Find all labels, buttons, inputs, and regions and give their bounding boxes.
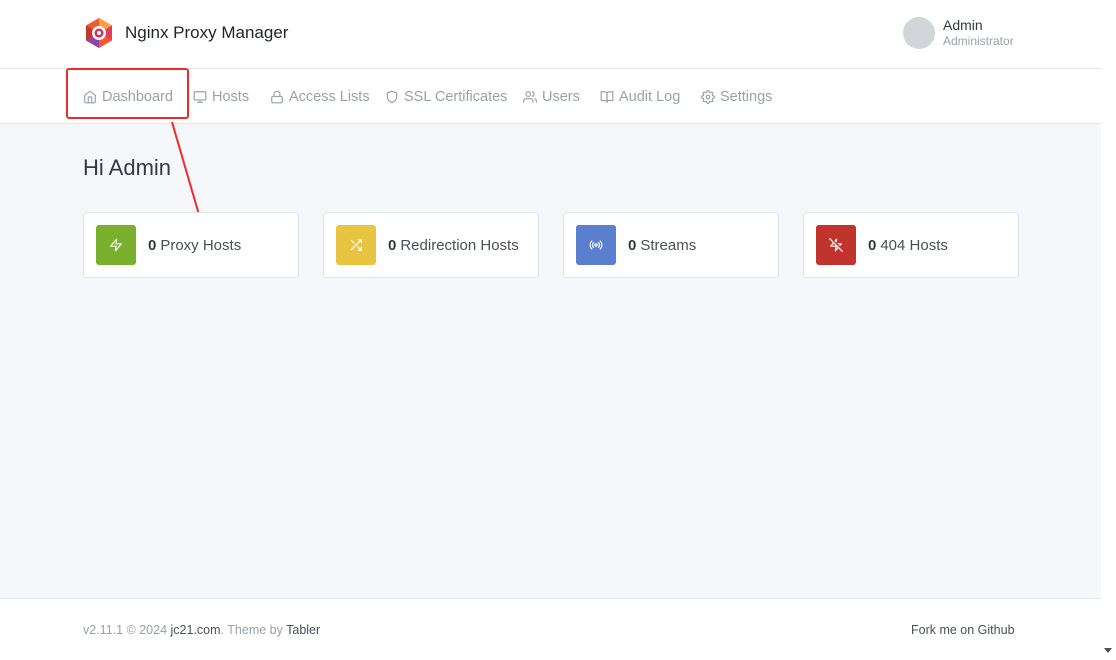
site-link[interactable]: jc21.com	[171, 623, 221, 637]
shield-icon	[386, 90, 398, 103]
nav-users[interactable]: Users	[523, 69, 580, 124]
version-text: v2.11.1 © 2024	[83, 623, 168, 637]
footer: v2.11.1 © 2024 jc21.com. Theme by Tabler…	[0, 598, 1101, 660]
nav-hosts[interactable]: Hosts	[193, 69, 249, 124]
stat-card-proxy-hosts[interactable]: 0 Proxy Hosts	[83, 212, 299, 278]
avatar[interactable]	[903, 17, 935, 49]
scroll-down-arrow-icon[interactable]	[1104, 648, 1112, 653]
zap-off-icon	[829, 238, 843, 252]
nav-access-lists[interactable]: Access Lists	[270, 69, 370, 124]
page-title: Hi Admin	[83, 155, 172, 180]
card-icon-badge	[96, 225, 136, 265]
app-title: Nginx Proxy Manager	[125, 23, 289, 42]
nav-hosts-label: Hosts	[212, 88, 250, 105]
annotation-highlight-box	[66, 68, 189, 119]
card-icon-badge	[576, 225, 616, 265]
nav-ssl-certificates-label: SSL Certificates	[404, 88, 508, 105]
redirection-hosts-count: 0	[388, 236, 397, 254]
users-icon	[523, 90, 537, 103]
nav-users-label: Users	[542, 88, 580, 105]
scrollbar[interactable]	[1101, 0, 1116, 660]
proxy-hosts-count: 0	[148, 236, 157, 254]
nginx-proxy-manager-logo-icon	[86, 18, 112, 48]
user-menu[interactable]: Admin Administrator	[903, 17, 1014, 49]
book-icon	[600, 90, 614, 103]
404-hosts-label: 404 Hosts	[880, 236, 948, 254]
github-link[interactable]: Fork me on Github	[911, 623, 1015, 637]
gear-icon	[701, 89, 715, 104]
user-name: Admin	[943, 16, 983, 33]
card-icon-badge	[816, 225, 856, 265]
nav-settings-label: Settings	[720, 88, 773, 105]
streams-count: 0	[628, 236, 637, 254]
nav-access-lists-label: Access Lists	[289, 88, 370, 105]
stat-card-redirection-hosts[interactable]: 0 Redirection Hosts	[323, 212, 539, 278]
monitor-icon	[193, 90, 207, 103]
card-icon-badge	[336, 225, 376, 265]
stat-card-streams[interactable]: 0 Streams	[563, 212, 779, 278]
radio-icon	[589, 240, 603, 250]
streams-label: Streams	[640, 236, 697, 254]
footer-credits: v2.11.1 © 2024 jc21.com. Theme by Tabler	[83, 623, 320, 637]
nav-audit-log-label: Audit Log	[619, 88, 681, 105]
nav-audit-log[interactable]: Audit Log	[600, 69, 680, 124]
stat-card-404-hosts[interactable]: 0 404 Hosts	[803, 212, 1019, 278]
404-hosts-count: 0	[868, 236, 877, 254]
top-header: Nginx Proxy Manager Admin Administrator	[0, 0, 1101, 69]
lock-icon	[271, 90, 283, 103]
theme-prefix: . Theme by	[220, 623, 283, 637]
nav-settings[interactable]: Settings	[701, 69, 772, 124]
shuffle-icon	[350, 239, 362, 251]
theme-link[interactable]: Tabler	[286, 623, 320, 637]
user-role: Administrator	[943, 34, 1014, 49]
nav-ssl-certificates[interactable]: SSL Certificates	[385, 69, 507, 124]
redirection-hosts-label: Redirection Hosts	[400, 236, 519, 254]
zap-icon	[110, 238, 122, 252]
brand[interactable]: Nginx Proxy Manager	[84, 17, 288, 49]
proxy-hosts-label: Proxy Hosts	[160, 236, 242, 254]
